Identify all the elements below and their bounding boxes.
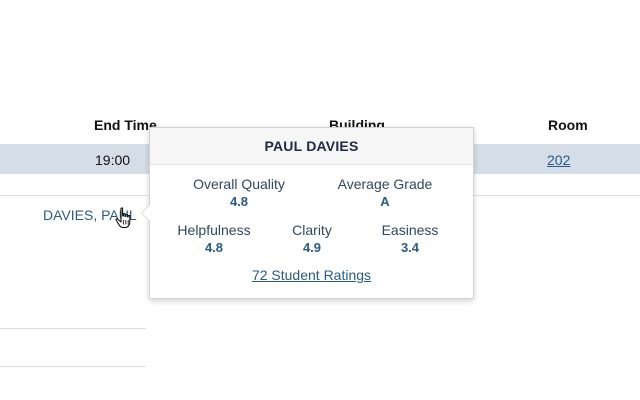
- stat-easiness: Easiness 3.4: [350, 221, 470, 257]
- student-ratings-link[interactable]: 72 Student Ratings: [150, 267, 473, 283]
- header-room: Room: [548, 117, 588, 133]
- header-end-time: End Time: [94, 117, 157, 133]
- popover-arrow-fill: [142, 205, 150, 221]
- popover-title: PAUL DAVIES: [150, 128, 473, 165]
- stat-label: Average Grade: [337, 176, 433, 192]
- row-divider: [0, 328, 146, 329]
- stat-label: Overall Quality: [193, 176, 285, 192]
- stat-average-grade: Average Grade A: [325, 175, 445, 211]
- instructor-rating-popover: PAUL DAVIES Overall Quality 4.8 Average …: [141, 127, 474, 299]
- stat-value: 4.8: [229, 194, 249, 209]
- course-listing-page: End Time Building Room 19:00 202 DAVIES,…: [0, 0, 640, 400]
- room-link[interactable]: 202: [547, 152, 570, 168]
- hand-pointer-icon: [115, 207, 131, 229]
- stat-overall-quality: Overall Quality 4.8: [179, 175, 299, 211]
- end-time-cell: 19:00: [95, 152, 131, 168]
- row-divider: [0, 366, 146, 367]
- stat-value: 3.4: [400, 240, 420, 255]
- stat-value: A: [380, 194, 390, 209]
- stat-label: Easiness: [381, 222, 439, 238]
